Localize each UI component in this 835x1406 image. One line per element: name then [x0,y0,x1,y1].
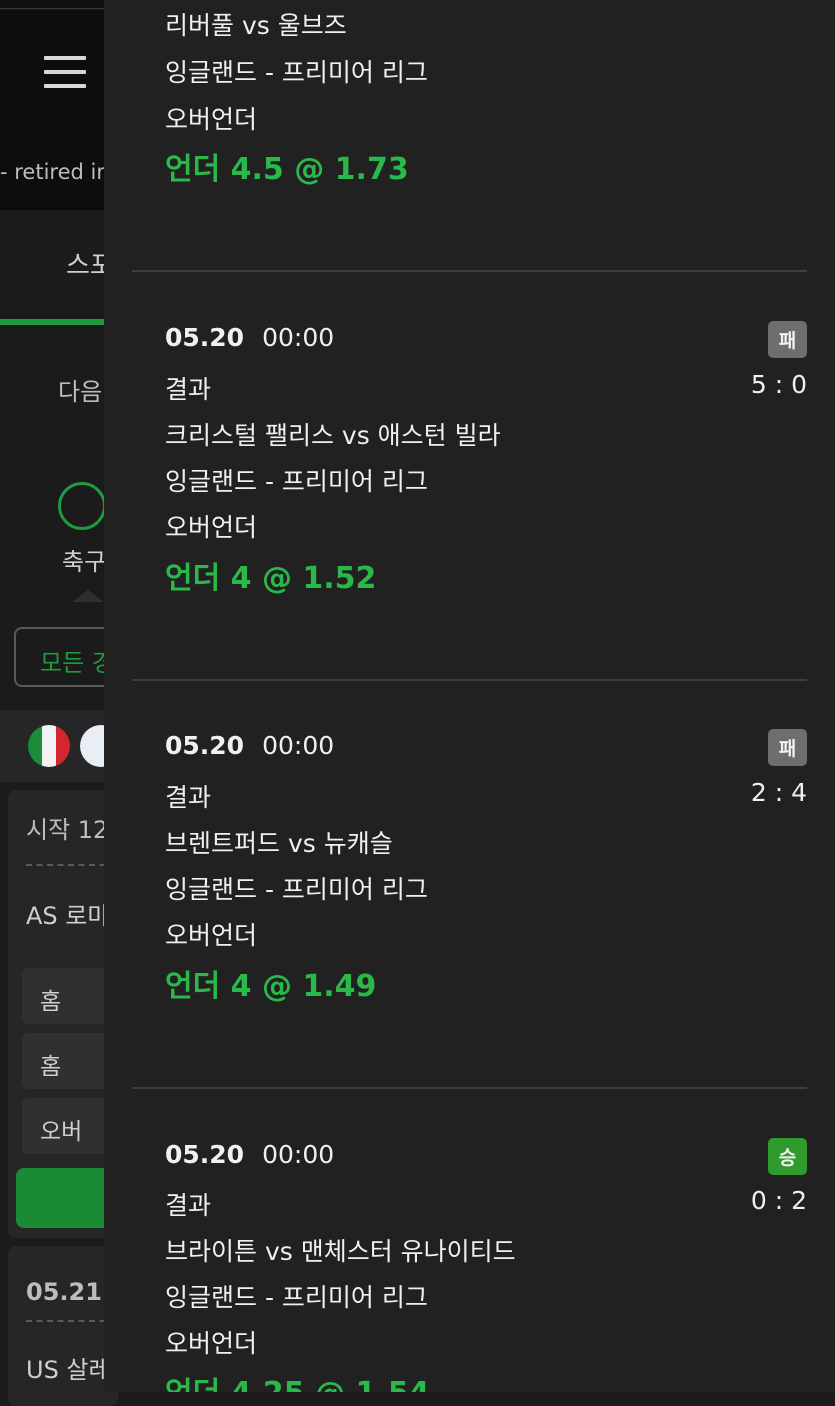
bet-divider [132,679,807,681]
bet-score: 5 : 0 [750,370,807,399]
bet-match: 브라이튼 vs 맨체스터 유나이티드 [165,1237,516,1266]
bet-divider [132,270,807,272]
bet-date: 05.20 [165,731,245,760]
status-badge: 패 [768,321,807,358]
bet-datetime: 05.20 00:00 [165,1140,334,1169]
bet-pick: 언더 4 @ 1.49 [165,969,377,1004]
bet-league: 잉글랜드 - 프리미어 리그 [165,875,428,904]
odds-row-label: 오버 [40,1119,83,1145]
bet-market: 오버언더 [165,513,258,542]
status-badge: 승 [768,1138,807,1175]
odds-row-label: 홈 [40,1054,62,1080]
bet-datetime: 05.20 00:00 [165,323,334,352]
match-team-label: US 살레 [26,1356,111,1384]
bet-match: 리버풀 vs 울브즈 [165,11,347,40]
dashed-divider [26,1320,116,1322]
bet-date: 05.20 [165,323,245,352]
bet-result-label: 결과 [165,783,212,812]
bet-pick: 언더 4.25 @ 1.54 [165,1368,430,1392]
bet-time: 00:00 [262,323,335,352]
hamburger-menu-icon[interactable] [44,56,86,88]
bet-match: 크리스털 팰리스 vs 애스턴 빌라 [165,421,501,450]
next-label[interactable]: 다음 [58,372,102,407]
odds-row-label: 홈 [40,989,62,1015]
bet-date: 05.20 [165,1140,245,1169]
bet-market: 오버언더 [165,105,258,134]
caret-up-icon [72,590,104,602]
bet-league: 잉글랜드 - 프리미어 리그 [165,58,428,87]
active-tab-indicator [0,319,110,325]
bet-market: 오버언더 [165,921,258,950]
bet-divider [132,1087,807,1089]
bet-pick: 언더 4 @ 1.52 [165,561,377,596]
ticker-text: - retired in [0,160,110,184]
soccer-ball-icon[interactable] [58,482,106,530]
filter-label: 모든 경 [40,649,114,677]
status-badge: 패 [768,729,807,766]
soccer-label[interactable]: 축구 [62,542,106,577]
bet-score: 0 : 2 [750,1186,807,1215]
bet-time: 00:00 [262,731,335,760]
italy-flag-icon[interactable] [28,725,70,767]
bet-time: 00:00 [262,1140,335,1169]
bet-result-label: 결과 [165,1191,212,1220]
bet-league: 잉글랜드 - 프리미어 리그 [165,467,428,496]
bet-match: 브렌트퍼드 vs 뉴캐슬 [165,829,393,858]
bet-history-panel[interactable]: 리버풀 vs 울브즈 잉글랜드 - 프리미어 리그 오버언더 언더 4.5 @ … [104,0,835,1392]
match-team-label: AS 로마 [26,902,110,930]
dashed-divider [26,864,116,866]
bet-result-label: 결과 [165,375,212,404]
match-start-label: 시작 12 [26,816,109,844]
bet-market: 오버언더 [165,1329,258,1358]
bet-pick: 언더 4.5 @ 1.73 [165,152,409,187]
match-date: 05.21 [26,1278,102,1306]
bet-button[interactable] [16,1168,116,1228]
bet-datetime: 05.20 00:00 [165,731,334,760]
bet-score: 2 : 4 [750,778,807,807]
bet-league: 잉글랜드 - 프리미어 리그 [165,1283,428,1312]
